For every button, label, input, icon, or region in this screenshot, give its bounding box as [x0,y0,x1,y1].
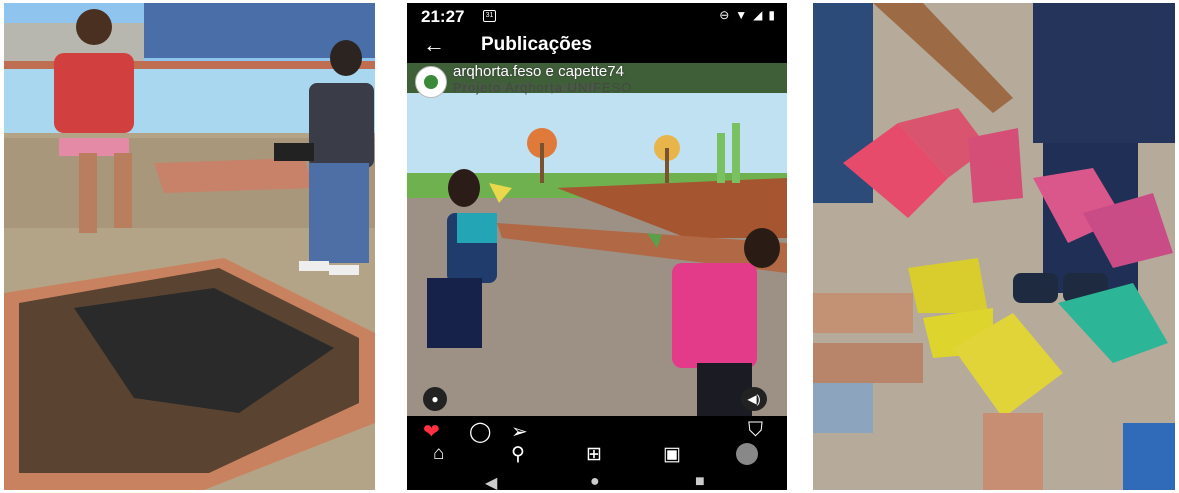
calendar-icon: 31 [483,10,496,22]
header: ← Publicações [407,29,787,63]
send-icon[interactable]: ➢ [511,419,528,444]
heart-icon[interactable]: ❤ [423,419,440,444]
system-nav: ◀ ● ■ [407,469,787,490]
reels-icon[interactable]: ▣ [663,443,681,466]
home-circle-icon[interactable]: ● [590,473,600,490]
search-icon[interactable]: ⚲ [511,443,525,466]
author-avatar[interactable] [415,66,447,98]
comment-icon[interactable]: ◯ [469,419,491,444]
painted-hands-photo [813,3,1175,490]
status-bar: 21:27 31 ⊖ ▼ ◢ ▮ [407,3,787,29]
back-arrow-icon[interactable]: ← [423,32,445,58]
status-icons: ⊖ ▼ ◢ ▮ [719,8,775,22]
create-icon[interactable]: ⊞ [586,443,602,466]
status-time: 21:27 [421,7,465,26]
bottom-nav: ⌂ ⚲ ⊞ ▣ [407,443,787,469]
recents-square-icon[interactable]: ■ [695,473,705,490]
wifi-icon: ▼ [735,8,748,22]
post-image[interactable] [407,63,787,416]
bookmark-icon[interactable]: ⛉ [748,419,763,442]
profile-icon[interactable] [736,443,758,465]
signal-icon: ◢ [753,8,763,22]
post-author[interactable]: arqhorta.feso e capette74 [453,63,624,80]
instagram-post-screenshot: 21:27 31 ⊖ ▼ ◢ ▮ ← Publicações arqhorta.… [407,3,787,490]
dnd-icon: ⊖ [719,8,730,22]
garden-watering-photo [4,3,375,490]
page-title: Publicações [481,34,592,55]
home-icon[interactable]: ⌂ [433,443,444,465]
post-audio[interactable]: Projeto Arqhorta UNIFESO [453,80,632,95]
back-triangle-icon[interactable]: ◀ [485,473,497,490]
battery-icon: ▮ [768,8,775,22]
sound-icon[interactable]: ◀) [741,387,767,411]
tagged-people-icon[interactable]: ● [423,387,447,411]
post-actions: ❤ ◯ ➢ ⛉ [407,416,787,446]
